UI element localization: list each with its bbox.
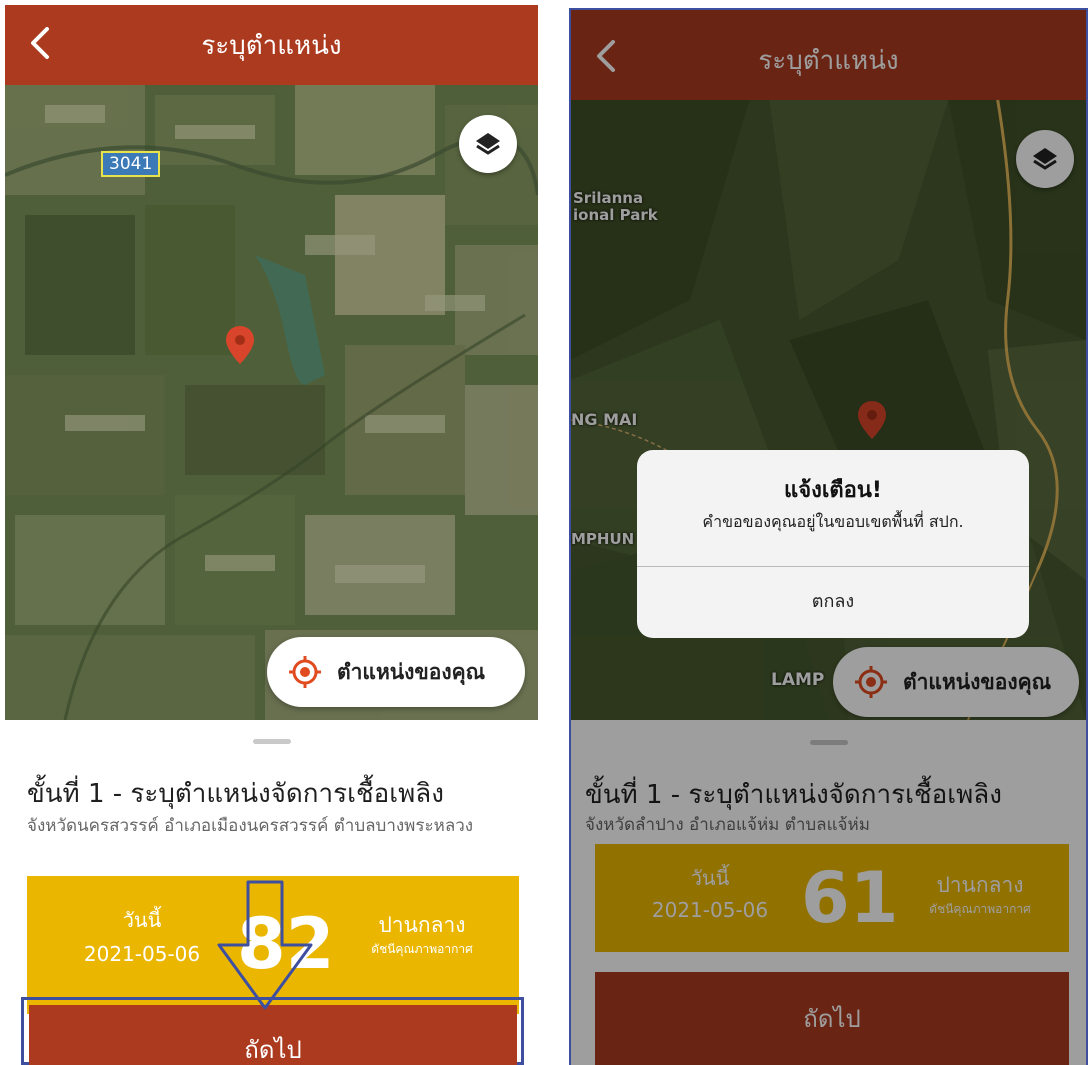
- location-pin-icon: [226, 326, 254, 364]
- next-button[interactable]: ถัดไป: [29, 1005, 517, 1065]
- map-imagery: [5, 85, 538, 720]
- alert-ok-button[interactable]: ตกลง: [637, 566, 1029, 638]
- down-arrow-annotation-icon: [217, 880, 313, 1010]
- app-bar: ระบุตำแหน่ง: [5, 5, 538, 85]
- road-number-label: 3041: [101, 151, 161, 177]
- satellite-map[interactable]: 3041 ตำแหน่งของคุณ: [5, 85, 538, 720]
- aqi-level-text: ปานกลาง: [378, 913, 466, 937]
- sheet-drag-handle[interactable]: [252, 739, 291, 744]
- screen-left-location-step: ระบุตำแหน่ง 3041 ตำแหน่งของคุณ ขั้นที่ 1…: [5, 5, 538, 1065]
- my-location-button[interactable]: ตำแหน่งของคุณ: [267, 637, 525, 707]
- location-address: จังหวัดนครสวรรค์ อำเภอเมืองนครสวรรค์ ตำบ…: [27, 816, 474, 836]
- modal-backdrop-top[interactable]: [571, 10, 1086, 100]
- screen-right-alert-state: ระบุตำแหน่ง Srilanna ional Park NG MAI M…: [569, 8, 1088, 1065]
- step-title: ขั้นที่ 1 - ระบุตำแหน่งจัดการเชื้อเพลิง: [27, 779, 444, 809]
- page-title: ระบุตำแหน่ง: [201, 31, 342, 61]
- aqi-date: 2021-05-06: [83, 942, 201, 966]
- locate-target-icon: [289, 656, 321, 688]
- my-location-label: ตำแหน่งของคุณ: [337, 659, 486, 684]
- aqi-level: ปานกลาง ดัชนีคุณภาพอากาศ: [347, 910, 497, 958]
- alert-dialog: แจ้งเตือน! คำขอของคุณอยู่ในขอบเขตพื้นที่…: [637, 450, 1029, 638]
- alert-message: คำขอของคุณอยู่ในขอบเขตพื้นที่ สปก.: [702, 512, 964, 531]
- aqi-index-label: ดัชนีคุณภาพอากาศ: [371, 942, 473, 956]
- alert-title: แจ้งเตือน!: [784, 478, 882, 503]
- layers-button[interactable]: [459, 115, 517, 173]
- layers-icon: [476, 133, 500, 155]
- aqi-today-label: วันนี้: [122, 908, 162, 932]
